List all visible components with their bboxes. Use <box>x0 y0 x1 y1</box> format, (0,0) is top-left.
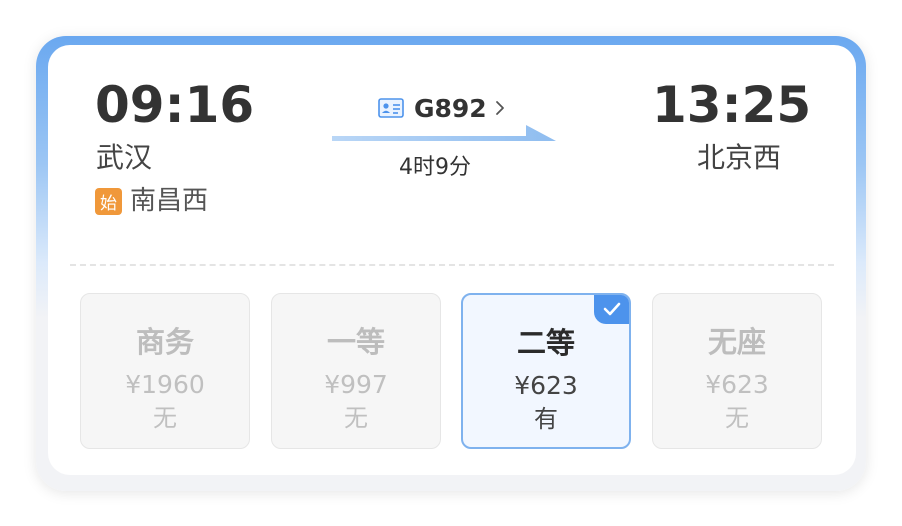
arrival-time: 13:25 <box>652 76 812 134</box>
selected-badge <box>594 295 629 324</box>
departure-time: 09:16 <box>95 76 255 134</box>
seat-price: ¥1960 <box>125 370 205 399</box>
seat-availability: 无 <box>725 404 749 432</box>
checkmark-icon <box>603 302 621 316</box>
chevron-right-icon <box>495 101 504 115</box>
seat-class-name: 一等 <box>326 325 385 359</box>
seat-class-name: 无座 <box>707 325 766 359</box>
seat-class-name: 二等 <box>516 326 575 360</box>
departure-station: 武汉 <box>96 141 153 174</box>
page: 09:16 武汉 始 南昌西 G892 4时9分 13:25 北京西 商务 ¥1… <box>0 0 902 526</box>
ticket-icon <box>378 98 404 118</box>
seat-option-first-class[interactable]: 一等 ¥997 无 <box>271 293 441 449</box>
seat-price: ¥997 <box>324 370 388 399</box>
arrival-station: 北京西 <box>697 141 782 174</box>
origin-station-row: 始 南昌西 <box>95 187 208 215</box>
origin-badge: 始 <box>95 187 122 215</box>
seat-option-no-seat[interactable]: 无座 ¥623 无 <box>652 293 822 449</box>
origin-station: 南昌西 <box>130 186 209 216</box>
seat-price: ¥623 <box>514 371 578 400</box>
dashed-divider <box>70 264 834 266</box>
seat-availability: 无 <box>153 404 177 432</box>
seat-option-second-class[interactable]: 二等 ¥623 有 <box>461 293 631 449</box>
seat-price: ¥623 <box>705 370 769 399</box>
seat-availability: 有 <box>534 405 558 433</box>
seat-availability: 无 <box>344 404 368 432</box>
trip-duration: 4时9分 <box>399 155 471 180</box>
train-number-link[interactable]: G892 <box>378 92 505 124</box>
seat-option-business[interactable]: 商务 ¥1960 无 <box>80 293 250 449</box>
direction-arrow <box>332 125 556 141</box>
seat-class-name: 商务 <box>135 325 194 359</box>
train-number: G892 <box>414 93 487 123</box>
